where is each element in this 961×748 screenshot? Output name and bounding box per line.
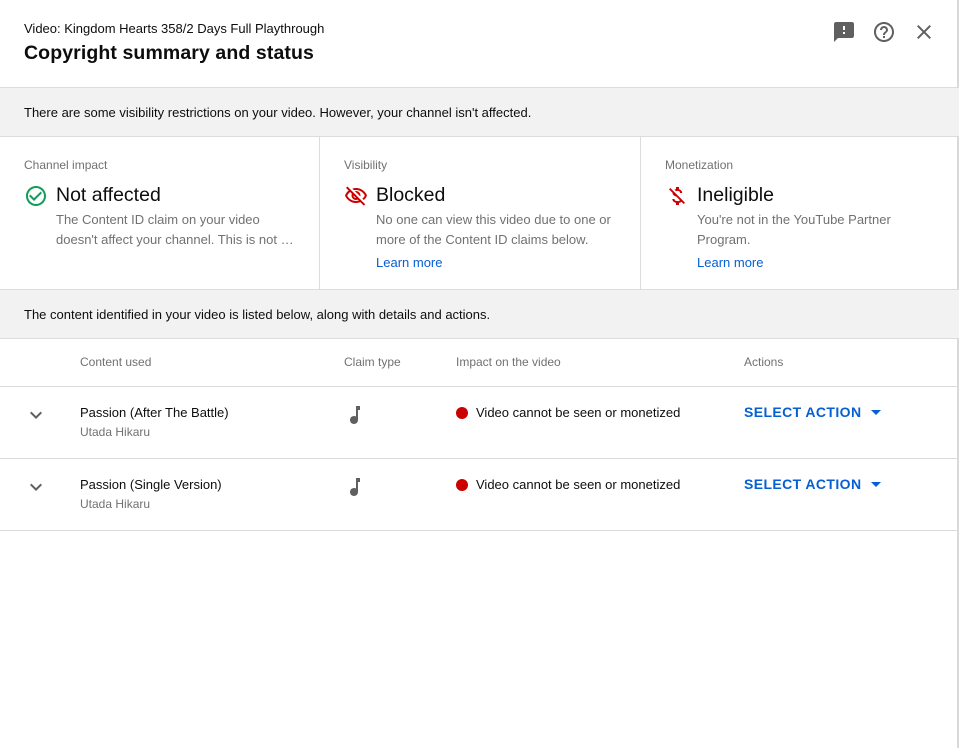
card-description: The Content ID claim on your video doesn…	[56, 212, 294, 247]
impact-status-dot	[456, 407, 468, 419]
select-action-label: SELECT ACTION	[744, 404, 862, 420]
visibility-off-icon	[344, 184, 368, 208]
learn-more-link[interactable]: Learn more	[376, 255, 442, 270]
channel-impact-card: Channel impact Not affected The Content …	[0, 137, 320, 290]
card-value: Blocked	[376, 184, 446, 206]
status-summary: Channel impact Not affected The Content …	[0, 137, 959, 290]
card-label: Visibility	[344, 158, 388, 172]
expand-row-icon[interactable]	[24, 403, 48, 427]
monetization-card: Monetization Ineligible You're not in th…	[641, 137, 959, 290]
feedback-icon[interactable]	[832, 20, 856, 44]
select-action-dropdown[interactable]: SELECT ACTION	[744, 476, 882, 492]
help-icon[interactable]	[872, 20, 896, 44]
close-icon[interactable]	[912, 20, 936, 44]
expand-row-icon[interactable]	[24, 475, 48, 499]
select-action-dropdown[interactable]: SELECT ACTION	[744, 404, 882, 420]
column-header-impact: Impact on the video	[456, 355, 561, 369]
money-off-icon	[665, 184, 689, 208]
card-value: Not affected	[56, 184, 161, 206]
select-action-label: SELECT ACTION	[744, 476, 862, 492]
content-info-banner: The content identified in your video is …	[0, 290, 959, 339]
card-description: You're not in the YouTube Partner Progra…	[697, 212, 891, 247]
table-header: Content used Claim type Impact on the vi…	[0, 339, 959, 387]
card-label: Monetization	[665, 158, 734, 172]
impact-text: Video cannot be seen or monetized	[476, 477, 681, 492]
dropdown-caret-icon	[871, 481, 882, 487]
card-label: Channel impact	[24, 158, 108, 172]
impact-status-dot	[456, 479, 468, 491]
dropdown-caret-icon	[871, 409, 882, 415]
learn-more-link[interactable]: Learn more	[697, 255, 763, 270]
content-title: Passion (Single Version)	[80, 477, 222, 492]
check-circle-icon	[24, 184, 48, 208]
dialog-header: Video: Kingdom Hearts 358/2 Days Full Pl…	[0, 0, 959, 88]
content-artist: Utada Hikaru	[80, 425, 151, 439]
dialog-title: Copyright summary and status	[24, 42, 314, 64]
card-description: No one can view this video due to one or…	[376, 212, 611, 247]
table-row: Passion (After The Battle) Utada Hikaru …	[0, 387, 959, 459]
card-value: Ineligible	[697, 184, 774, 206]
impact-text: Video cannot be seen or monetized	[476, 405, 681, 420]
column-header-claim-type: Claim type	[344, 355, 401, 369]
table-row: Passion (Single Version) Utada Hikaru Vi…	[0, 459, 959, 531]
content-title: Passion (After The Battle)	[80, 405, 229, 420]
restriction-banner: There are some visibility restrictions o…	[0, 88, 959, 137]
column-header-content: Content used	[80, 355, 152, 369]
copyright-dialog: Video: Kingdom Hearts 358/2 Days Full Pl…	[0, 0, 959, 748]
video-title: Video: Kingdom Hearts 358/2 Days Full Pl…	[24, 21, 325, 36]
content-artist: Utada Hikaru	[80, 497, 151, 511]
column-header-actions: Actions	[744, 355, 784, 369]
music-note-icon	[344, 475, 368, 499]
visibility-card: Visibility Blocked No one can view this …	[320, 137, 641, 290]
music-note-icon	[344, 403, 368, 427]
